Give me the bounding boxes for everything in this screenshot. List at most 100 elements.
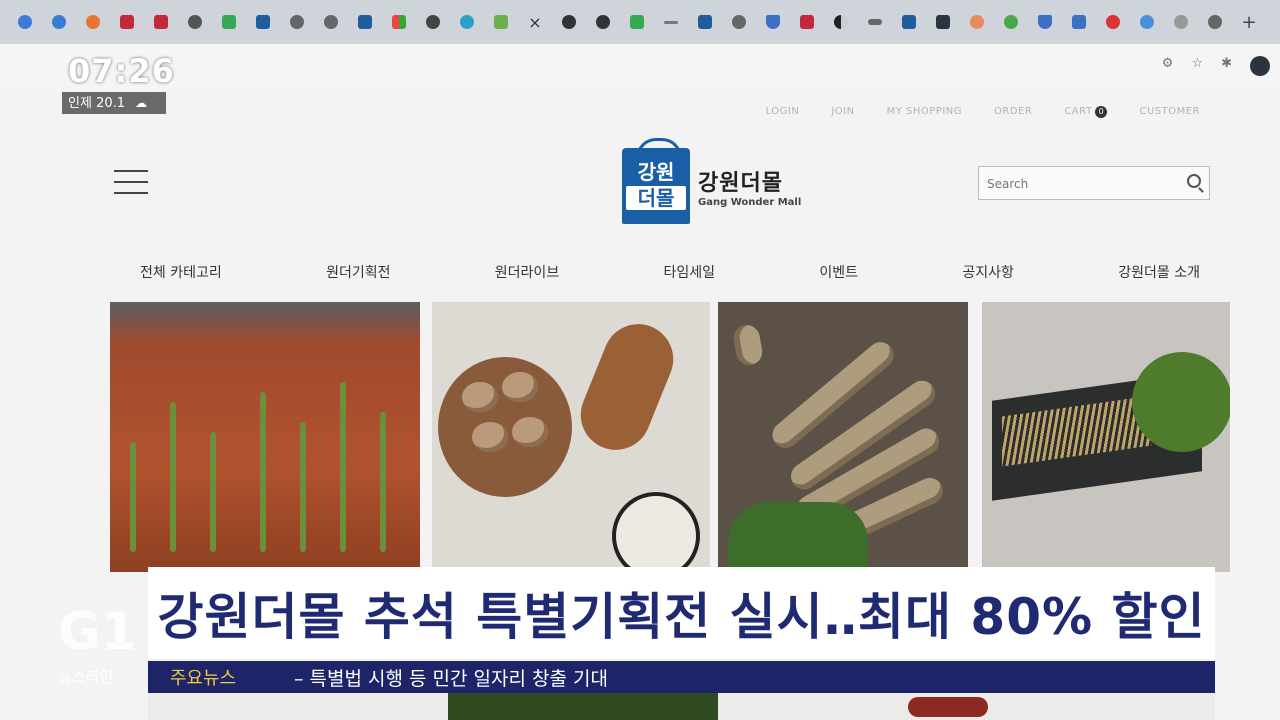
tab[interactable] <box>552 7 586 37</box>
site-logo[interactable]: 강원 더몰 강원더몰 Gang Wonder Mall <box>622 138 802 224</box>
tab[interactable] <box>450 7 484 37</box>
tab[interactable] <box>76 7 110 37</box>
channel-logo-mark: G1 <box>58 602 137 662</box>
tab[interactable] <box>382 7 416 37</box>
tab[interactable] <box>756 7 790 37</box>
tab[interactable] <box>892 7 926 37</box>
tab[interactable] <box>314 7 348 37</box>
news-headline: 강원더몰 추석 특별기획전 실시‥최대 80% 할인 <box>157 588 1206 646</box>
order-link[interactable]: ORDER <box>994 106 1032 118</box>
join-link[interactable]: JOIN <box>831 106 854 118</box>
tab[interactable] <box>926 7 960 37</box>
red-pin-icon <box>1106 15 1120 29</box>
product-image-mushrooms[interactable] <box>432 302 710 572</box>
my-shopping-link[interactable]: MY SHOPPING <box>887 106 962 118</box>
tab[interactable] <box>620 7 654 37</box>
tab[interactable] <box>1062 7 1096 37</box>
news-ticker: 주요뉴스 – 특별법 시행 등 민간 일자리 창출 기대 <box>148 661 1215 693</box>
new-tab-button[interactable]: + <box>1232 7 1266 37</box>
half-circle-icon <box>834 15 848 29</box>
red-app-icon <box>800 15 814 29</box>
tab[interactable] <box>416 7 450 37</box>
edge-icon <box>52 15 66 29</box>
logo-name-english: Gang Wonder Mall <box>698 196 802 208</box>
nav-item-wonder-special[interactable]: 원더기획전 <box>306 256 410 288</box>
product-image-sprouts[interactable] <box>110 302 420 572</box>
ticker-label: 주요뉴스 <box>169 668 237 689</box>
chrome-icon <box>324 15 338 29</box>
product-image-partial[interactable] <box>908 697 988 717</box>
nav-item-about[interactable]: 강원더몰 소개 <box>1098 256 1220 288</box>
ticker-text: – 특별법 시행 등 민간 일자리 창출 기대 <box>294 667 608 690</box>
green-app-icon <box>494 15 508 29</box>
circle-app-icon <box>1004 15 1018 29</box>
tab[interactable] <box>212 7 246 37</box>
search-icon[interactable] <box>1187 174 1201 188</box>
dark-app-icon <box>936 15 950 29</box>
tab[interactable] <box>858 7 892 37</box>
cart-label: CART <box>1064 106 1093 117</box>
fn-icon <box>358 15 372 29</box>
weather-badge: 인제 20.1 ☁ <box>62 92 166 114</box>
tab[interactable] <box>42 7 76 37</box>
toolbar-icons: ⚙ ☆ ✱ <box>1162 56 1270 76</box>
nav-item-all-categories[interactable]: 전체 카테고리 <box>120 256 242 288</box>
blue-app-icon <box>698 15 712 29</box>
tab[interactable] <box>1198 7 1232 37</box>
tab[interactable] <box>348 7 382 37</box>
tab[interactable] <box>144 7 178 37</box>
red-app-icon <box>120 15 134 29</box>
login-link[interactable]: LOGIN <box>766 106 800 118</box>
tab[interactable] <box>960 7 994 37</box>
main-nav: 전체 카테고리 원더기획전 원더라이브 타임세일 이벤트 공지사항 강원더몰 소… <box>120 256 1220 288</box>
puzzle-icon[interactable]: ✱ <box>1221 56 1232 76</box>
nav-item-time-sale[interactable]: 타임세일 <box>644 256 736 288</box>
logo-name-korean: 강원더몰 <box>698 170 783 196</box>
news-headline-bar: 강원더몰 추석 특별기획전 실시‥최대 80% 할인 <box>148 567 1215 659</box>
tab[interactable] <box>1130 7 1164 37</box>
globe-icon <box>1140 15 1154 29</box>
search-input[interactable] <box>979 167 1179 201</box>
tab[interactable] <box>8 7 42 37</box>
channel-logo: G1 뉴스라인 <box>58 604 140 687</box>
tab-close-icon[interactable]: × <box>518 7 552 37</box>
tab[interactable] <box>994 7 1028 37</box>
logo-row-2: 더몰 <box>626 186 686 210</box>
tab[interactable] <box>246 7 280 37</box>
dash-icon <box>664 20 678 24</box>
product-image-sprout-tray[interactable] <box>982 302 1230 572</box>
korea-icon <box>562 15 576 29</box>
tab[interactable] <box>484 7 518 37</box>
cart-link[interactable]: CART 0 <box>1064 106 1108 118</box>
tab[interactable] <box>1028 7 1062 37</box>
weather-city: 인제 <box>68 96 92 111</box>
cloud-icon: ☁ <box>135 96 148 110</box>
tab[interactable] <box>688 7 722 37</box>
extension-icon[interactable]: ⚙ <box>1162 56 1174 76</box>
menu-hamburger-icon[interactable] <box>114 170 148 194</box>
nav-item-notice[interactable]: 공지사항 <box>942 256 1034 288</box>
tab[interactable] <box>110 7 144 37</box>
chrome-icon <box>732 15 746 29</box>
green-app-icon <box>222 15 236 29</box>
star-icon[interactable]: ☆ <box>1191 56 1203 76</box>
product-image-roots[interactable] <box>718 302 968 572</box>
tab[interactable] <box>1096 7 1130 37</box>
customer-link[interactable]: CUSTOMER <box>1139 106 1200 118</box>
tab[interactable] <box>280 7 314 37</box>
tab[interactable] <box>178 7 212 37</box>
tab[interactable] <box>1164 7 1198 37</box>
shield-icon <box>766 15 780 29</box>
tab[interactable] <box>586 7 620 37</box>
top-links: LOGIN JOIN MY SHOPPING ORDER CART 0 CUSTO… <box>766 106 1200 118</box>
windows-icon <box>392 15 406 29</box>
nav-item-wonder-live[interactable]: 원더라이브 <box>475 256 579 288</box>
tab[interactable] <box>790 7 824 37</box>
profile-avatar[interactable] <box>1250 56 1270 76</box>
product-image-partial[interactable] <box>448 693 718 720</box>
tab[interactable] <box>654 7 688 37</box>
nav-item-event[interactable]: 이벤트 <box>799 256 878 288</box>
product-row-partial <box>148 693 1215 720</box>
tab[interactable] <box>722 7 756 37</box>
tab[interactable] <box>824 7 858 37</box>
